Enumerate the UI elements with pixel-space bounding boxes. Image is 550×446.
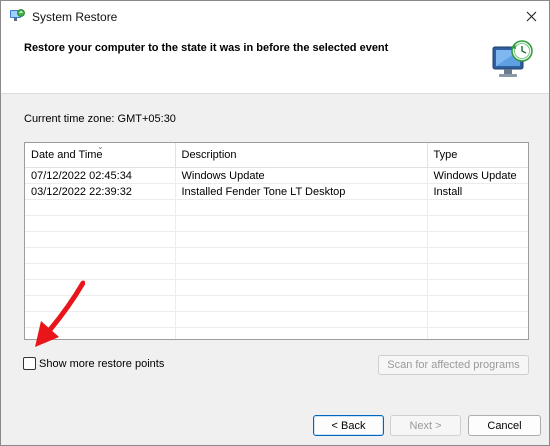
column-header-description[interactable]: Description	[175, 143, 428, 168]
back-button[interactable]: < Back	[313, 415, 384, 436]
table-header-row: ⌄ Date and Time Description Type	[25, 143, 528, 168]
empty-row	[25, 295, 528, 312]
show-more-restore-points-row[interactable]: Show more restore points	[23, 357, 164, 370]
column-header-type[interactable]: Type	[427, 143, 528, 168]
empty-row	[25, 247, 528, 264]
restore-points-list[interactable]: ⌄ Date and Time Description Type 07/12/2…	[24, 142, 529, 340]
column-header-description-label: Description	[181, 149, 237, 161]
table-row[interactable]: 07/12/2022 02:45:34 Windows Update Windo…	[25, 167, 528, 184]
empty-row	[25, 263, 528, 280]
system-restore-icon	[492, 40, 533, 77]
wizard-header: Restore your computer to the state it wa…	[1, 31, 549, 94]
cell-description: Installed Fender Tone LT Desktop	[175, 183, 428, 200]
cancel-button[interactable]: Cancel	[468, 415, 541, 436]
system-restore-window: System Restore Restore your computer to …	[0, 0, 550, 446]
system-restore-icon	[10, 9, 25, 21]
empty-row	[25, 199, 528, 216]
annotation-arrow-icon	[35, 280, 85, 347]
empty-row	[25, 279, 528, 296]
close-icon	[526, 11, 536, 21]
empty-row	[25, 311, 528, 328]
column-header-date[interactable]: ⌄ Date and Time	[25, 143, 176, 168]
show-more-restore-points-label[interactable]: Show more restore points	[39, 358, 164, 370]
timezone-label: Current time zone: GMT+05:30	[24, 113, 176, 125]
empty-row	[25, 215, 528, 232]
sort-chevron-down-icon: ⌄	[97, 143, 104, 151]
cell-description: Windows Update	[175, 167, 428, 184]
wizard-footer	[1, 394, 549, 445]
cell-date: 03/12/2022 22:39:32	[25, 183, 176, 200]
scan-affected-programs-button[interactable]: Scan for affected programs	[378, 355, 529, 375]
empty-row	[25, 327, 528, 339]
header-title: Restore your computer to the state it wa…	[24, 42, 389, 54]
column-header-date-label: Date and Time	[31, 149, 103, 161]
restore-points-table: ⌄ Date and Time Description Type 07/12/2…	[25, 143, 528, 339]
close-button[interactable]	[513, 1, 549, 31]
column-header-type-label: Type	[433, 149, 458, 161]
next-button[interactable]: Next >	[390, 415, 461, 436]
table-row[interactable]: 03/12/2022 22:39:32 Installed Fender Ton…	[25, 183, 528, 200]
window-title: System Restore	[32, 10, 118, 24]
title-bar[interactable]: System Restore	[1, 1, 549, 31]
cell-type: Windows Update	[427, 167, 528, 184]
cell-type: Install	[427, 183, 528, 200]
empty-row	[25, 231, 528, 248]
cell-date: 07/12/2022 02:45:34	[25, 167, 176, 184]
show-more-restore-points-checkbox[interactable]	[23, 357, 36, 370]
